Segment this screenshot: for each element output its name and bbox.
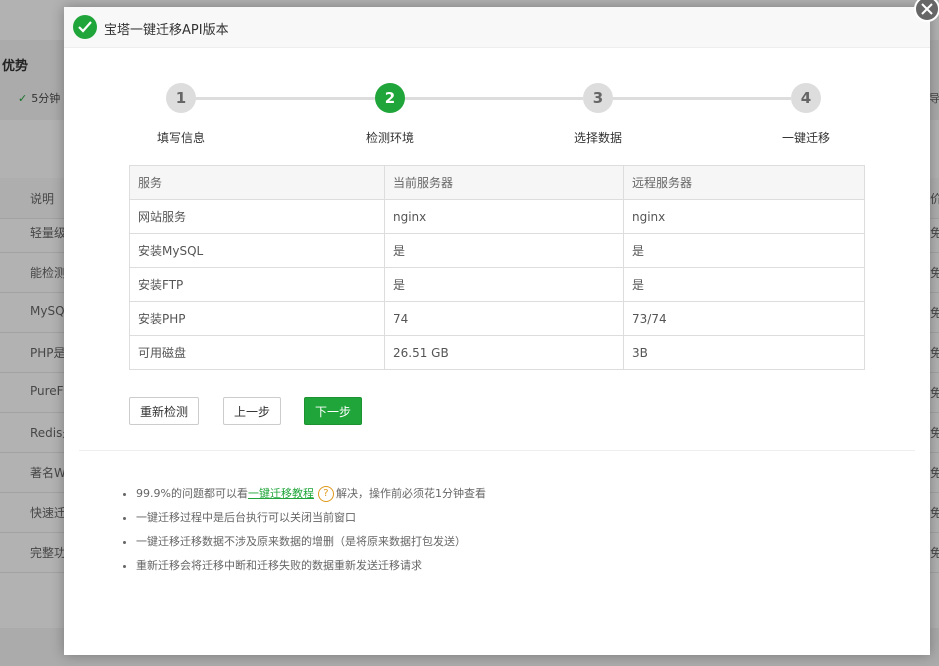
- step-connector: [403, 97, 583, 100]
- step-4-label: 一键迁移: [781, 131, 830, 145]
- cell-remote: 3B: [623, 335, 865, 370]
- column-header: 当前服务器: [384, 165, 624, 200]
- divider: [79, 450, 915, 451]
- tip-text: 99.9%的问题都可以看: [136, 487, 248, 500]
- cell-remote: 是: [623, 267, 865, 302]
- step-1-label: 填写信息: [156, 131, 205, 145]
- tip-item: 一键迁移过程中是后台执行可以关闭当前窗口: [136, 509, 486, 533]
- tips-list: 99.9%的问题都可以看一键迁移教程?解决，操作前必须花1分钟查看 一键迁移过程…: [116, 485, 486, 581]
- step-1-circle: 1: [166, 83, 196, 113]
- step-4-circle: 4: [791, 83, 821, 113]
- dialog-header: 宝塔一键迁移API版本: [64, 7, 930, 48]
- recheck-button[interactable]: 重新检测: [129, 397, 199, 425]
- step-2-circle: 2: [375, 83, 405, 113]
- cell-service: 安装PHP: [129, 301, 385, 336]
- close-icon: [921, 3, 933, 15]
- tip-item: 一键迁移迁移数据不涉及原来数据的增删（是将原来数据打包发送）: [136, 533, 486, 557]
- close-dialog-button[interactable]: [914, 0, 939, 22]
- tip-item: 重新迁移会将迁移中断和迁移失败的数据重新发送迁移请求: [136, 557, 486, 581]
- table-header-row: 服务 当前服务器 远程服务器: [129, 165, 865, 200]
- cell-remote: nginx: [623, 199, 865, 234]
- cell-current: 是: [384, 233, 624, 268]
- cell-remote: 是: [623, 233, 865, 268]
- cell-service: 安装MySQL: [129, 233, 385, 268]
- cell-current: 是: [384, 267, 624, 302]
- step-connector: [195, 97, 375, 100]
- step-2-label: 检测环境: [365, 131, 414, 145]
- dialog-title: 宝塔一键迁移API版本: [104, 23, 229, 38]
- check-circle-icon: [73, 15, 97, 39]
- cell-current: 74: [384, 301, 624, 336]
- prev-step-button[interactable]: 上一步: [223, 397, 281, 425]
- cell-current: 26.51 GB: [384, 335, 624, 370]
- tip-text: 解决，操作前必须花1分钟查看: [335, 487, 486, 500]
- cell-service: 可用磁盘: [129, 335, 385, 370]
- tip-item: 99.9%的问题都可以看一键迁移教程?解决，操作前必须花1分钟查看: [136, 485, 486, 509]
- cell-current: nginx: [384, 199, 624, 234]
- cell-service: 网站服务: [129, 199, 385, 234]
- cell-remote: 73/74: [623, 301, 865, 336]
- next-step-button[interactable]: 下一步: [304, 397, 362, 425]
- tutorial-link[interactable]: 一键迁移教程: [248, 487, 314, 500]
- migration-dialog: 宝塔一键迁移API版本 1 2 3 4 填写信息 检测环境 选择数据 一键迁移 …: [64, 7, 930, 655]
- cell-service: 安装FTP: [129, 267, 385, 302]
- step-connector: [611, 97, 791, 100]
- step-3-label: 选择数据: [573, 131, 622, 145]
- step-3-circle: 3: [583, 83, 613, 113]
- table-row: 安装PHP 74 73/74: [129, 301, 865, 336]
- help-icon[interactable]: ?: [317, 486, 334, 502]
- column-header: 远程服务器: [623, 165, 865, 200]
- column-header: 服务: [129, 165, 385, 200]
- environment-table: 服务 当前服务器 远程服务器 网站服务 nginx nginx 安装MySQL …: [129, 165, 865, 370]
- table-row: 安装MySQL 是 是: [129, 233, 865, 268]
- table-row: 安装FTP 是 是: [129, 267, 865, 302]
- table-row: 网站服务 nginx nginx: [129, 199, 865, 234]
- table-row: 可用磁盘 26.51 GB 3B: [129, 335, 865, 370]
